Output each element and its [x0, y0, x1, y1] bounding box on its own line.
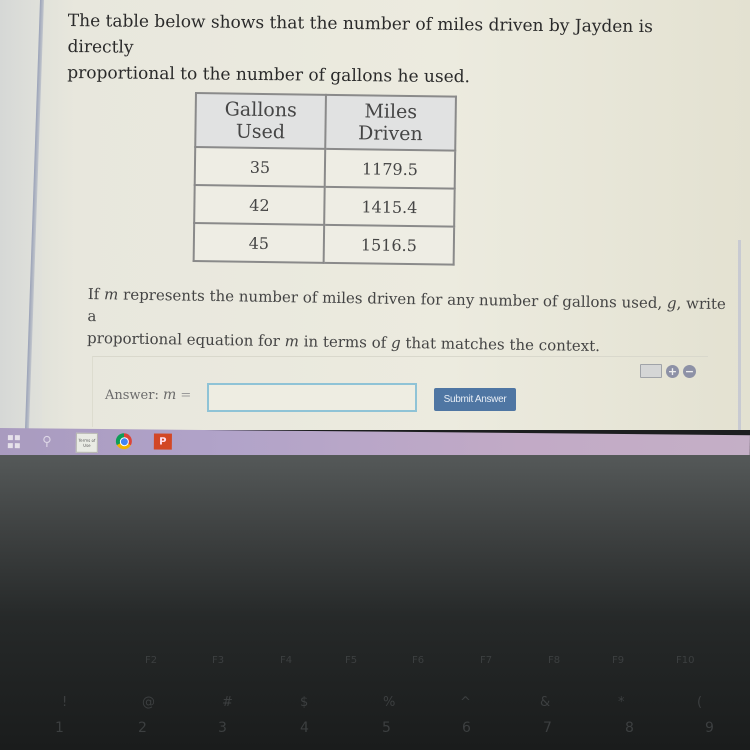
key-label: 8 — [625, 720, 634, 736]
intro-line: The table below shows that the number of… — [67, 10, 653, 58]
q-text: If — [87, 284, 100, 304]
key-label: F6 — [412, 655, 425, 666]
table-row: 45 1516.5 — [193, 223, 455, 265]
submit-answer-button[interactable]: Submit Answer — [434, 388, 516, 411]
header-miles-driven: Miles Driven — [325, 94, 456, 151]
q-var-g: g — [666, 294, 677, 313]
equals-sign: = — [180, 388, 192, 403]
q-text: in terms of — [303, 332, 387, 352]
problem-intro: The table below shows that the number of… — [67, 8, 708, 93]
miles-cell: 1516.5 — [323, 224, 455, 265]
notes-icon[interactable]: Terms of Use — [75, 432, 98, 453]
key-label: # — [222, 695, 233, 710]
miles-cell: 1179.5 — [324, 148, 456, 189]
key-label: % — [383, 695, 396, 710]
windows-icon[interactable] — [6, 432, 20, 451]
key-label: 2 — [138, 720, 147, 736]
key-label: ( — [697, 695, 703, 710]
key-label: * — [618, 695, 625, 710]
key-label: 9 — [705, 720, 714, 736]
search-icon[interactable]: ⚲ — [40, 432, 54, 451]
answer-tools: + − — [640, 364, 696, 378]
key-label: F9 — [612, 655, 625, 666]
key-label: 1 — [55, 720, 64, 736]
key-label: F3 — [212, 655, 225, 666]
answer-input[interactable] — [207, 383, 417, 412]
key-label: @ — [142, 695, 155, 710]
gallons-cell: 35 — [194, 147, 326, 187]
key-label: & — [540, 695, 551, 710]
gallons-cell: 42 — [194, 185, 325, 225]
key-label: 4 — [300, 720, 309, 736]
data-table: Gallons Used Miles Driven 35 1179.5 42 1… — [193, 92, 457, 266]
answer-label-text: Answer: — [105, 388, 159, 403]
q-text: represents the number of miles driven fo… — [122, 285, 663, 313]
key-label: 7 — [543, 720, 552, 736]
q-var-g: g — [390, 333, 401, 352]
key-label: $ — [300, 695, 309, 710]
powerpoint-icon[interactable]: P — [153, 433, 172, 450]
gallons-cell: 45 — [193, 223, 325, 263]
plus-icon[interactable]: + — [666, 364, 679, 378]
key-label: F2 — [145, 655, 158, 666]
table-header-row: Gallons Used Miles Driven — [195, 93, 456, 151]
key-label: ^ — [460, 695, 471, 710]
key-label: 6 — [462, 720, 471, 736]
intro-line: proportional to the number of gallons he… — [67, 62, 471, 88]
question-text: If m represents the number of miles driv… — [87, 283, 728, 359]
right-divider — [738, 240, 741, 430]
q-var-m: m — [103, 285, 119, 304]
key-label: F7 — [480, 655, 493, 666]
minus-icon[interactable]: − — [683, 364, 696, 378]
key-label: F4 — [280, 655, 293, 666]
table-row: 42 1415.4 — [194, 185, 455, 227]
key-label: ! — [62, 695, 68, 710]
answer-label: Answer: m = — [105, 387, 191, 403]
monitor-screen: The table below shows that the number of… — [0, 0, 750, 430]
q-text: proportional equation for — [86, 328, 281, 351]
table-row: 35 1179.5 — [194, 147, 456, 189]
header-gallons-used: Gallons Used — [195, 93, 326, 149]
miles-cell: 1415.4 — [324, 186, 455, 227]
key-label: 3 — [218, 720, 227, 736]
key-label: F8 — [548, 655, 561, 666]
laptop-bezel — [0, 455, 750, 750]
q-var-m: m — [284, 332, 300, 351]
key-label: F10 — [676, 655, 695, 666]
answer-variable: m — [163, 387, 177, 403]
q-text: that matches the context. — [405, 333, 601, 356]
chrome-icon[interactable] — [115, 433, 132, 450]
key-label: F5 — [345, 655, 358, 666]
key-label: 5 — [382, 720, 391, 736]
keyboard-icon[interactable] — [640, 364, 662, 378]
